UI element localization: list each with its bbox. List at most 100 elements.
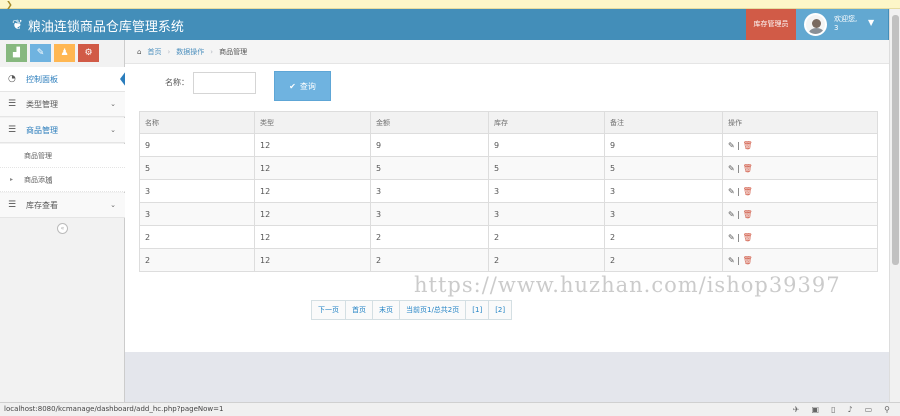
cell-actions: ✎ | 🗑 [722, 179, 878, 203]
chevron-down-icon: ⌄ [110, 126, 116, 134]
settings-shortcut-button[interactable]: ⚙ [78, 44, 99, 62]
cell-amount: 5 [370, 156, 489, 180]
cell-actions: ✎ | 🗑 [722, 225, 878, 249]
trash-icon[interactable]: 🗑 [743, 187, 753, 196]
breadcrumb-separator-icon: › [167, 47, 171, 56]
top-navbar: ❦ 粮油连锁商品仓库管理系统 库存管理员 欢迎您, 3 ▼ [0, 9, 900, 40]
product-table: 名称 类型 金额 库存 备注 操作 9 12 9 9 9 ✎ | 🗑 5 12 … [139, 111, 878, 272]
sidebar-collapse-button[interactable]: « [57, 223, 68, 234]
cell-name: 3 [139, 179, 255, 203]
leaf-icon: ❦ [12, 18, 23, 33]
search-icon[interactable]: ⚲ [884, 403, 890, 416]
table-row: 2 12 2 2 2 ✎ | 🗑 [139, 248, 878, 272]
cell-type: 12 [254, 179, 371, 203]
next-page-link[interactable]: 下一页 [312, 301, 346, 319]
list-icon: ☰ [8, 99, 17, 109]
edit-icon[interactable]: ✎ [728, 187, 735, 196]
column-header-actions: 操作 [722, 111, 878, 134]
table-row: 3 12 3 3 3 ✎ | 🗑 [139, 179, 878, 203]
edit-icon[interactable]: ✎ [728, 164, 735, 173]
sidebar-item-product-management[interactable]: ☰ 商品管理 ⌄ [0, 118, 125, 143]
first-page-link[interactable]: 首页 [346, 301, 373, 319]
trash-icon[interactable]: 🗑 [743, 164, 753, 173]
cell-amount: 3 [370, 179, 489, 203]
user-menu[interactable]: 欢迎您, 3 ▼ [796, 9, 888, 40]
edit-shortcut-button[interactable]: ✎ [30, 44, 51, 62]
table-row: 9 12 9 9 9 ✎ | 🗑 [139, 133, 878, 157]
page-info: 当前页1/总共2页 [400, 301, 467, 319]
edit-icon[interactable]: ✎ [728, 141, 735, 150]
name-label: 名称： [165, 78, 189, 87]
breadcrumb-home[interactable]: 首页 [147, 47, 161, 57]
cell-stock: 2 [488, 225, 605, 249]
trash-icon[interactable]: 🗑 [743, 210, 753, 219]
home-icon: ⌂ [137, 47, 142, 56]
cell-remark: 5 [604, 156, 723, 180]
avatar [804, 13, 827, 36]
status-url: localhost:8080/kcmanage/dashboard/add_hc… [4, 405, 224, 413]
sidebar-subitem-product-management[interactable]: 商品管理 [0, 144, 125, 168]
trash-icon[interactable]: 🗑 [743, 141, 753, 150]
scrollbar-thumb[interactable] [892, 15, 899, 265]
cell-name: 2 [139, 225, 255, 249]
sidebar-item-dashboard[interactable]: ◔ 控制面板 [0, 67, 126, 92]
pagination: 下一页 首页 末页 当前页1/总共2页 [1] [2] [311, 300, 513, 320]
query-button[interactable]: ✔ 查询 [274, 71, 331, 101]
cell-actions: ✎ | 🗑 [722, 202, 878, 226]
chevron-down-icon: ⌄ [110, 201, 116, 209]
caret-down-icon: ▼ [868, 18, 875, 27]
page-2-link[interactable]: [2] [489, 301, 512, 319]
sidebar-item-inventory-view[interactable]: ☰ 库存查看 ⌄ [0, 193, 125, 218]
app-brand[interactable]: ❦ 粮油连锁商品仓库管理系统 [12, 16, 184, 35]
window-icon[interactable]: ▣ [812, 403, 820, 416]
column-header-remark: 备注 [604, 111, 723, 134]
pin-icon[interactable]: ✈ [793, 403, 800, 416]
cell-name: 9 [139, 133, 255, 157]
cell-stock: 5 [488, 156, 605, 180]
cell-remark: 9 [604, 133, 723, 157]
sidebar-item-type-management[interactable]: ☰ 类型管理 ⌄ [0, 92, 125, 117]
sidebar: ▟ ✎ ♟ ⚙ ◔ 控制面板 ☰ 类型管理 ⌄ ☰ 商品管理 ⌄ 商品管理 ▸ … [0, 40, 126, 402]
stats-shortcut-button[interactable]: ▟ [6, 44, 27, 62]
cell-stock: 9 [488, 133, 605, 157]
chevron-down-icon: ⌄ [110, 100, 116, 108]
app-title: 粮油连锁商品仓库管理系统 [27, 20, 184, 35]
scrollbar[interactable] [889, 9, 900, 402]
cell-remark: 3 [604, 202, 723, 226]
cell-amount: 3 [370, 202, 489, 226]
column-header-stock: 库存 [488, 111, 605, 134]
cell-stock: 3 [488, 179, 605, 203]
cell-remark: 2 [604, 225, 723, 249]
footer-area [125, 352, 889, 402]
breadcrumb-data-ops[interactable]: 数据操作 [176, 47, 204, 57]
battery-icon[interactable]: ▯ [831, 403, 835, 416]
breadcrumb-current: 商品管理 [219, 47, 248, 56]
last-page-link[interactable]: 末页 [373, 301, 400, 319]
welcome-text: 欢迎您, 3 [834, 15, 858, 32]
breadcrumb-separator-icon: › [210, 47, 214, 56]
column-header-type: 类型 [254, 111, 371, 134]
page-1-link[interactable]: [1] [466, 301, 490, 319]
volume-icon[interactable]: ♪ [847, 403, 852, 416]
trash-icon[interactable]: 🗑 [743, 233, 753, 242]
trash-icon[interactable]: 🗑 [743, 256, 753, 265]
list-icon: ☰ [8, 125, 17, 135]
role-badge[interactable]: 库存管理员 [746, 9, 796, 40]
table-row: 5 12 5 5 5 ✎ | 🗑 [139, 156, 878, 180]
cell-stock: 3 [488, 202, 605, 226]
sidebar-subitem-product-add[interactable]: ▸ 商品添加 [0, 168, 125, 192]
edit-icon[interactable]: ✎ [728, 210, 735, 219]
edit-icon[interactable]: ✎ [728, 233, 735, 242]
name-search-input[interactable] [193, 72, 256, 94]
column-header-amount: 金额 [370, 111, 489, 134]
check-icon: ✔ [289, 81, 296, 91]
monitor-icon[interactable]: ▭ [865, 403, 873, 416]
users-shortcut-button[interactable]: ♟ [54, 44, 75, 62]
list-icon: ☰ [8, 200, 17, 210]
cell-type: 12 [254, 133, 371, 157]
mouse-cursor-icon: ☝ [46, 174, 53, 187]
edit-icon[interactable]: ✎ [728, 256, 735, 265]
breadcrumb: ⌂ 首页 › 数据操作 › 商品管理 [125, 40, 889, 64]
notice-icon: ❯ [6, 0, 13, 9]
table-header-row: 名称 类型 金额 库存 备注 操作 [139, 111, 878, 134]
